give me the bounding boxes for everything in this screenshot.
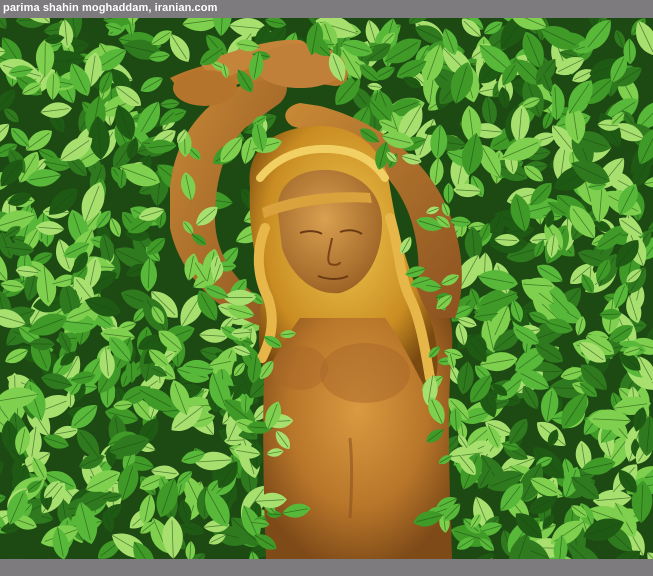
statue-in-foliage-image [0,18,653,559]
photo [0,18,653,559]
caption-bar: parima shahin moghaddam, iranian.com [0,0,653,18]
image-frame: parima shahin moghaddam, iranian.com [0,0,653,576]
caption-text: parima shahin moghaddam, iranian.com [3,2,218,14]
bottom-bar [0,559,653,576]
